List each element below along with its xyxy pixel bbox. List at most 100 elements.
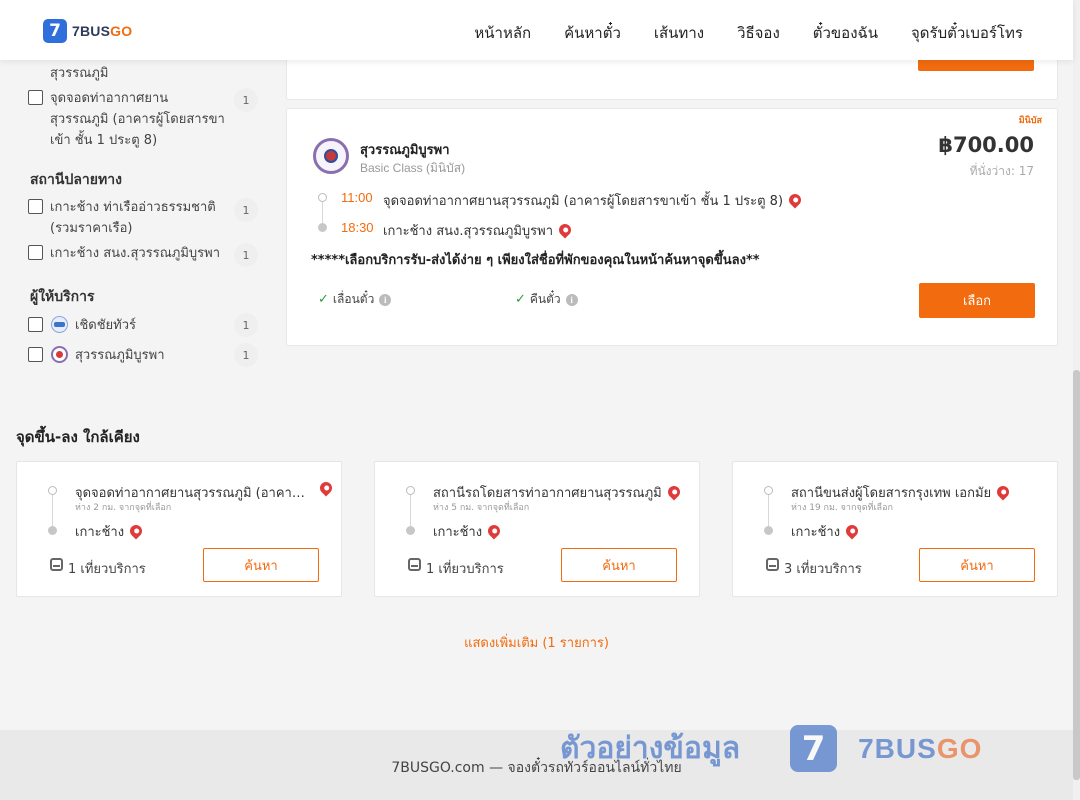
route-end-dot [318,223,327,232]
filter-pickup-item[interactable]: จุดจอดท่าอากาศยานสุวรรณภูมิ (อาคารผู้โดย… [28,88,258,151]
filter-checkbox[interactable] [28,347,43,362]
map-pin-icon[interactable] [994,483,1012,500]
filter-dropoff-title: สถานีปลายทาง [30,172,122,188]
filter-operator-title: ผู้ให้บริการ [30,289,95,305]
bus-icon [50,558,63,571]
filter-count: 1 [234,243,258,267]
watermark-text: ตัวอย่างข้อมูล [560,731,741,766]
trip-price: ฿700.00 [938,133,1034,157]
filter-dropoff-item[interactable]: เกาะช้าง สนง.สุวรรณภูมิบูรพา 1 [28,243,258,267]
promo-text: *****เลือกบริการรับ-ส่งได้ง่าย ๆ เพียงใส… [311,253,760,268]
nearby-search-button[interactable]: ค้นหา [919,548,1035,582]
seats-available: ที่นั่งว่าง: 17 [969,164,1034,178]
scrollbar-thumb[interactable] [1073,370,1080,780]
page-scrollbar[interactable] [1073,0,1080,800]
filter-count: 1 [234,88,258,112]
nearby-from-text: สถานีขนส่งผู้โดยสารกรุงเทพ เอกมัย [791,486,992,501]
nav-how-to-book[interactable]: วิธีจอง [737,21,780,45]
filter-checkbox[interactable] [28,199,43,214]
trip-card: มินิบัส สุวรรณภูมิบูรพา Basic Class (มิน… [286,108,1058,346]
filter-pickup-prev: สุวรรณภูมิ [28,63,258,84]
arrive-place: เกาะช้าง สนง.สุวรรณภูมิบูรพา [383,220,574,241]
show-more-link[interactable]: แสดงเพิ่มเติม (1 รายการ) [0,632,1073,653]
map-pin-icon[interactable] [665,483,683,500]
depart-place: จุดจอดท่าอากาศยานสุวรรณภูมิ (อาคารผู้โดย… [383,190,804,211]
filter-checkbox[interactable] [28,90,43,105]
route-start-dot [764,486,773,495]
previous-trip-card [286,55,1058,100]
nearby-distance: ห่าง 2 กม. จากจุดที่เลือก [75,503,172,513]
bus-icon [408,558,421,571]
route-end-dot [406,526,415,535]
nav-ticket-points[interactable]: จุดรับตั๋วเบอร์โทร [911,21,1023,45]
filter-label: เกาะช้าง ท่าเรืออ่าวธรรมชาติ (รวมราคาเรื… [50,200,216,236]
nearby-distance: ห่าง 19 กม. จากจุดที่เลือก [791,503,893,513]
nav-home[interactable]: หน้าหลัก [474,21,531,45]
nav-my-tickets[interactable]: ตั๋วของฉัน [813,21,878,45]
arrive-time: 18:30 [341,220,374,235]
map-pin-icon[interactable] [843,522,861,539]
operator-logo-icon [51,316,68,333]
site-logo[interactable]: 7 7BUSGO [43,19,132,43]
main-nav: หน้าหลัก ค้นหาตั๋ว เส้นทาง วิธีจอง ตั๋วข… [474,21,1023,45]
map-pin-icon[interactable] [485,522,503,539]
map-pin-icon[interactable] [127,522,145,539]
select-trip-button[interactable]: เลือก [919,283,1035,318]
nearby-distance: ห่าง 5 กม. จากจุดที่เลือก [433,503,530,513]
nearby-trips: 1 เที่ยวบริการ [68,562,146,577]
nearby-to: เกาะช้าง [791,521,861,542]
info-icon[interactable]: i [379,293,392,306]
map-pin-icon[interactable] [317,479,335,497]
nearby-to-text: เกาะช้าง [433,525,483,540]
filter-label: สุวรรณภูมิบูรพา [75,348,165,363]
logo-text: 7BUSGO [72,23,132,39]
nearby-trips: 3 เที่ยวบริการ [784,562,862,577]
filter-label: จุดจอดท่าอากาศยานสุวรรณภูมิ (อาคารผู้โดย… [50,91,225,148]
map-pin-icon[interactable] [786,191,804,208]
operator-logo-icon [51,346,68,363]
policy-postpone[interactable]: ✓ เลื่อนตั๋ว i [318,290,392,309]
nearby-from-text: สถานีรถโดยสารท่าอากาศยานสุวรรณภูมิ [433,486,662,501]
filter-label: เกาะช้าง สนง.สุวรรณภูมิบูรพา [50,246,221,261]
operator-name: สุวรรณภูมิบูรพา [360,143,450,158]
watermark-brand-main: 7BUS [858,732,937,764]
route-line [52,494,53,530]
route-end-dot [764,526,773,535]
filter-operator-item[interactable]: เชิดชัยทัวร์ 1 [28,313,258,337]
nav-routes[interactable]: เส้นทาง [654,21,704,45]
map-pin-icon[interactable] [556,221,574,238]
sample-watermark: ตัวอย่างข้อมูล 7 7BUSGO [560,725,982,772]
logo-brand-go: GO [110,23,133,39]
policy-refund[interactable]: ✓ คืนตั๋ว i [515,290,578,309]
filter-count: 1 [234,343,258,367]
vehicle-tag: มินิบัส [1018,116,1042,126]
nearby-section-title: จุดขึ้น-ลง ใกล้เคียง [16,428,140,446]
watermark-brand-go: GO [936,732,983,764]
nearby-card: จุดจอดท่าอากาศยานสุวรรณภูมิ (อาคารผู้โดย… [16,461,342,597]
nearby-card: สถานีขนส่งผู้โดยสารกรุงเทพ เอกมัย ห่าง 1… [732,461,1058,597]
depart-time: 11:00 [341,190,373,205]
filter-checkbox[interactable] [28,317,43,332]
watermark-logo-mark: 7 [790,725,838,772]
nearby-card: สถานีรถโดยสารท่าอากาศยานสุวรรณภูมิ ห่าง … [374,461,700,597]
nearby-trips: 1 เที่ยวบริการ [426,562,504,577]
route-start-dot [48,486,57,495]
nav-search-ticket[interactable]: ค้นหาตั๋ว [564,21,621,45]
info-icon[interactable]: i [565,293,578,306]
filter-operator-item[interactable]: สุวรรณภูมิบูรพา 1 [28,343,258,367]
policy-refund-label: คืนตั๋ว [529,292,561,306]
bus-icon [766,558,779,571]
nearby-search-button[interactable]: ค้นหา [561,548,677,582]
nearby-to-text: เกาะช้าง [791,525,841,540]
policy-postpone-label: เลื่อนตั๋ว [332,292,375,306]
watermark-brand: 7BUSGO [858,733,982,765]
operator-emblem-icon [313,138,349,174]
arrive-place-text: เกาะช้าง สนง.สุวรรณภูมิบูรพา [383,224,554,239]
bus-class: Basic Class (มินิบัส) [360,161,466,175]
logo-mark: 7 [43,19,67,43]
nearby-search-button[interactable]: ค้นหา [203,548,319,582]
filter-dropoff-item[interactable]: เกาะช้าง ท่าเรืออ่าวธรรมชาติ (รวมราคาเรื… [28,197,258,239]
site-header: 7 7BUSGO หน้าหลัก ค้นหาตั๋ว เส้นทาง วิธี… [0,0,1073,60]
filter-checkbox[interactable] [28,245,43,260]
logo-brand: 7BUS [72,23,111,39]
